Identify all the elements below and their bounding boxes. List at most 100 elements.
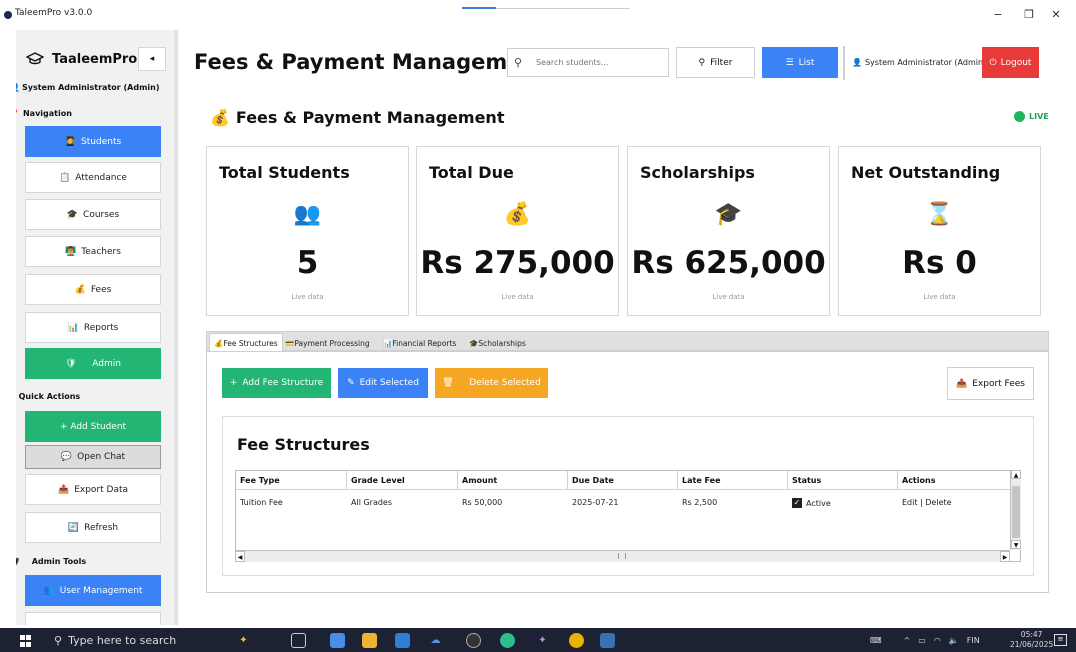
minimize-button[interactable]: − xyxy=(990,8,1006,21)
copilot-icon[interactable]: ✦ xyxy=(236,633,251,648)
search-input[interactable] xyxy=(536,58,666,67)
app-icon[interactable]: ✦ xyxy=(535,633,550,648)
tab-payment-processing[interactable]: 💳 Payment Processing xyxy=(281,334,374,352)
logout-button[interactable]: ⏻ Logout xyxy=(982,47,1039,78)
column-header[interactable]: Due Date xyxy=(568,471,678,490)
column-header[interactable]: Actions xyxy=(898,471,1011,490)
user-management-button[interactable]: 👥 User Management xyxy=(25,575,161,606)
sidebar-item-fees[interactable]: 💰 Fees xyxy=(25,274,161,305)
teachers-icon: 👨‍🏫 xyxy=(65,246,77,257)
chevron-up-icon[interactable]: ^ xyxy=(904,636,911,645)
sidebar-item-label: Reports xyxy=(83,322,119,333)
trash-icon: 🗑 xyxy=(442,378,454,388)
store-icon[interactable] xyxy=(330,633,345,648)
collapse-sidebar-button[interactable]: ◂ xyxy=(138,47,166,71)
keyboard-icon[interactable]: ⌨ xyxy=(870,636,882,645)
open-chat-label: Open Chat xyxy=(77,452,126,462)
python-icon[interactable] xyxy=(600,633,615,648)
network-icon[interactable]: ▭ xyxy=(918,636,926,645)
list-button[interactable]: ☰ List xyxy=(762,47,838,78)
scroll-left-icon[interactable]: ◀ xyxy=(235,551,245,562)
reports-icon: 📊 xyxy=(67,322,79,333)
tab-fee-structures[interactable]: 💰 Fee Structures xyxy=(209,333,283,353)
scroll-up-icon[interactable]: ▲ xyxy=(1011,470,1021,479)
cell-amount: Rs 50,000 xyxy=(462,498,503,507)
sidebar-item-reports[interactable]: 📊 Reports xyxy=(25,312,161,343)
sidebar-item-label: Admin xyxy=(92,358,121,369)
edit-selected-button[interactable]: ✎ Edit Selected xyxy=(338,368,428,398)
table-horizontal-scrollbar[interactable]: ◀ ▶ xyxy=(235,550,1010,562)
sidebar-item-admin[interactable]: 🛡 Admin xyxy=(25,348,161,379)
attendance-icon: 📋 xyxy=(59,172,71,183)
wifi-icon[interactable]: ◠ xyxy=(934,636,941,645)
sidebar-item-attendance[interactable]: 📋 Attendance xyxy=(25,162,161,193)
filter-button[interactable]: ⚲ Filter xyxy=(676,47,755,78)
pencil-icon: ✎ xyxy=(347,378,355,388)
notification-icon[interactable]: ≡ xyxy=(1054,634,1067,646)
column-header[interactable]: Grade Level xyxy=(347,471,458,490)
maximize-button[interactable]: ❐ xyxy=(1021,8,1037,21)
sidebar-item-more[interactable] xyxy=(25,612,161,625)
chrome-icon[interactable] xyxy=(569,633,584,648)
vscode-icon[interactable] xyxy=(395,633,410,648)
add-student-button[interactable]: + Add Student xyxy=(25,411,161,442)
system-tray: ⌨ ^ ▭ ◠ 🔈 FIN xyxy=(870,628,980,652)
check-icon[interactable]: ✓ xyxy=(792,498,802,508)
cell-grade-level: All Grades xyxy=(351,498,393,507)
file-explorer-icon[interactable] xyxy=(362,633,377,648)
taskbar: ⚲ Type here to search ✦ ☁ ✦ ⌨ ^ ▭ ◠ 🔈 FIN… xyxy=(0,628,1076,652)
column-header[interactable]: Fee Type xyxy=(236,471,347,490)
column-header[interactable]: Late Fee xyxy=(678,471,788,490)
add-fee-structure-button[interactable]: + Add Fee Structure xyxy=(222,368,331,398)
tab-label: Financial Reports xyxy=(392,338,457,348)
stat-value: 5 xyxy=(296,245,319,281)
language-indicator[interactable]: FIN xyxy=(967,636,980,645)
refresh-button[interactable]: 🔄 Refresh xyxy=(25,512,161,543)
windows-start-icon[interactable] xyxy=(20,635,32,647)
sidebar-item-teachers[interactable]: 👨‍🏫 Teachers xyxy=(25,236,161,267)
table-vertical-scrollbar[interactable]: ▲ ▼ xyxy=(1010,470,1021,550)
tab-financial-reports[interactable]: 📊 Financial Reports xyxy=(379,334,460,352)
sidebar-user-label: System Administrator (Admin) xyxy=(21,83,160,92)
shield-icon: 🛡 xyxy=(65,358,77,369)
money-bag-icon: 💰 xyxy=(210,108,230,127)
filter-label: Filter xyxy=(710,57,733,68)
scroll-down-icon[interactable]: ▼ xyxy=(1011,540,1021,549)
users-icon: 👥 xyxy=(43,585,55,596)
volume-icon[interactable]: 🔈 xyxy=(949,636,959,645)
sidebar-item-courses[interactable]: 🎓 Courses xyxy=(25,199,161,230)
close-button[interactable]: ✕ xyxy=(1048,8,1064,21)
scrollbar-thumb[interactable] xyxy=(1012,486,1020,538)
scroll-right-icon[interactable]: ▶ xyxy=(1000,551,1010,562)
sidebar-item-students[interactable]: 🧑‍🎓 Students xyxy=(25,126,161,157)
live-label: LIVE xyxy=(1029,112,1049,121)
courses-icon: 🎓 xyxy=(66,209,79,220)
search-icon: ⚲ xyxy=(698,57,706,68)
refresh-icon: 🔄 xyxy=(67,522,80,533)
column-header[interactable]: Amount xyxy=(458,471,568,490)
edge-icon[interactable] xyxy=(500,633,515,648)
export-fees-button[interactable]: 📤 Export Fees xyxy=(947,367,1034,400)
quick-actions-heading-label: Quick Actions xyxy=(18,392,81,401)
scrollbar-grip[interactable] xyxy=(618,553,626,559)
sidebar-splitter[interactable] xyxy=(174,30,178,625)
cell-actions[interactable]: Edit | Delete xyxy=(898,498,952,507)
app-icon[interactable]: ☁ xyxy=(428,633,443,648)
live-indicator: LIVE xyxy=(1014,111,1049,122)
stat-title: Total Students xyxy=(219,163,350,182)
task-view-icon[interactable] xyxy=(291,633,306,648)
column-header[interactable]: Status xyxy=(788,471,898,490)
list-label: List xyxy=(798,57,815,68)
open-chat-button[interactable]: 💬 Open Chat xyxy=(25,445,161,469)
loading-indicator xyxy=(462,7,630,9)
delete-selected-label: Delete Selected xyxy=(469,378,541,388)
stat-card-total-students: Total Students 👥 5 Live data xyxy=(206,146,409,316)
github-icon[interactable] xyxy=(466,633,481,648)
nav-heading-label: Navigation xyxy=(22,109,72,118)
tab-scholarships[interactable]: 🎓 Scholarships xyxy=(465,334,530,352)
taskbar-search[interactable]: ⚲ Type here to search xyxy=(44,628,234,652)
section-title: 💰 Fees & Payment Management xyxy=(210,108,504,127)
delete-selected-button[interactable]: 🗑 Delete Selected xyxy=(435,368,548,398)
clock[interactable]: 05:47 21/06/2025 xyxy=(1010,630,1053,650)
export-data-button[interactable]: 📤 Export Data xyxy=(25,474,161,505)
